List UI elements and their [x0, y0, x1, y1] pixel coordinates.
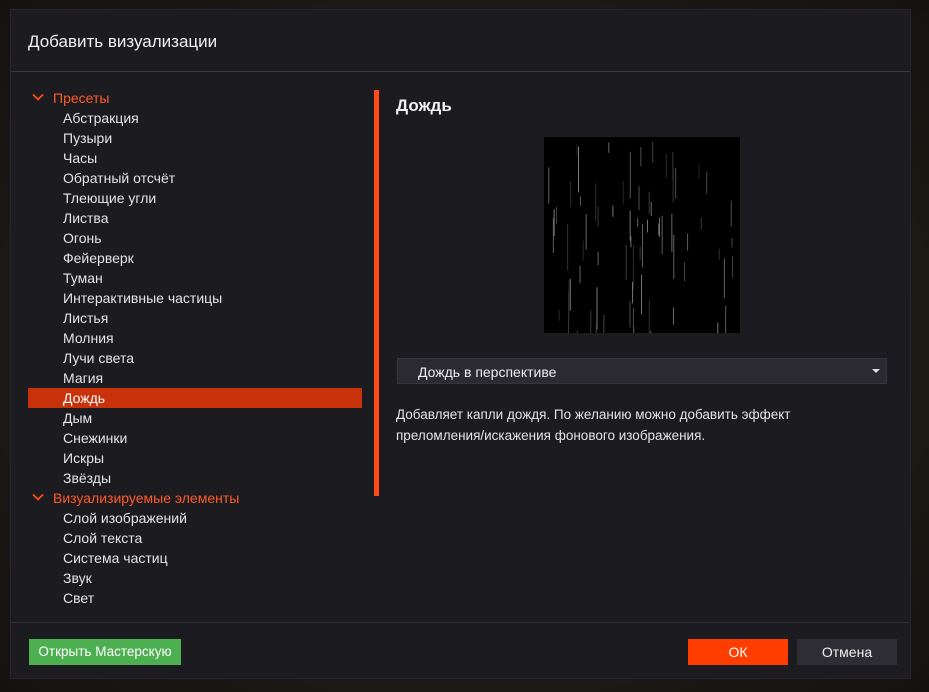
tree-item-sound[interactable]: Звук [28, 568, 362, 588]
variant-selected-value: Дождь в перспективе [418, 364, 557, 380]
tree-group-label: Пресеты [53, 90, 110, 106]
chevron-down-icon [32, 93, 44, 101]
tree-item-fog[interactable]: Туман [28, 268, 362, 288]
tree-item-lightning[interactable]: Молния [28, 328, 362, 348]
tree-item-snowflakes[interactable]: Снежинки [28, 428, 362, 448]
caret-down-icon [872, 369, 880, 373]
ok-button[interactable]: ОК [688, 639, 788, 665]
tree-item-sparks[interactable]: Искры [28, 448, 362, 468]
dialog-title: Добавить визуализации [28, 32, 218, 51]
tree-item-foliage[interactable]: Листва [28, 208, 362, 228]
tree-item-magic[interactable]: Магия [28, 368, 362, 388]
tree-item-smoke[interactable]: Дым [28, 408, 362, 428]
rain-preview-image [548, 141, 733, 333]
footer-divider [11, 622, 910, 623]
tree-item-text-layer[interactable]: Слой текста [28, 528, 362, 548]
tree-item-abstraction[interactable]: Абстракция [28, 108, 362, 128]
tree-item-countdown[interactable]: Обратный отсчёт [28, 168, 362, 188]
chevron-down-icon [32, 493, 44, 501]
tree-item-interactive-particles[interactable]: Интерактивные частицы [28, 288, 362, 308]
open-workshop-button[interactable]: Открыть Мастерскую [29, 639, 181, 665]
cancel-button[interactable]: Отмена [797, 639, 897, 665]
tree-group-label: Визуализируемые элементы [53, 490, 240, 506]
tree-item-bubbles[interactable]: Пузыри [28, 128, 362, 148]
tree-item-stars[interactable]: Звёзды [28, 468, 362, 488]
tree-item-fireworks[interactable]: Фейерверк [28, 248, 362, 268]
tree-item-rain[interactable]: Дождь [28, 388, 362, 408]
preset-description: Добавляет капли дождя. По желанию можно … [396, 407, 791, 443]
tree-group-render-elements[interactable]: Визуализируемые элементы [28, 488, 362, 508]
visualization-tree: Пресеты Абстракция Пузыри Часы Обратный … [28, 88, 362, 608]
title-divider [11, 71, 910, 72]
tree-item-light[interactable]: Свет [28, 588, 362, 608]
tree-item-particle-system[interactable]: Система частиц [28, 548, 362, 568]
tree-item-clock[interactable]: Часы [28, 148, 362, 168]
add-visualizations-dialog: Добавить визуализации Пресеты Абстракция… [10, 9, 911, 679]
tree-item-fire[interactable]: Огонь [28, 228, 362, 248]
detail-accent-bar [374, 90, 379, 496]
tree-group-presets[interactable]: Пресеты [28, 88, 362, 108]
tree-item-image-layer[interactable]: Слой изображений [28, 508, 362, 528]
tree-item-embers[interactable]: Тлеющие угли [28, 188, 362, 208]
tree-item-leaves[interactable]: Листья [28, 308, 362, 328]
preset-title: Дождь [396, 96, 452, 115]
preset-preview [544, 137, 740, 333]
variant-dropdown[interactable]: Дождь в перспективе [397, 358, 887, 384]
tree-item-light-rays[interactable]: Лучи света [28, 348, 362, 368]
